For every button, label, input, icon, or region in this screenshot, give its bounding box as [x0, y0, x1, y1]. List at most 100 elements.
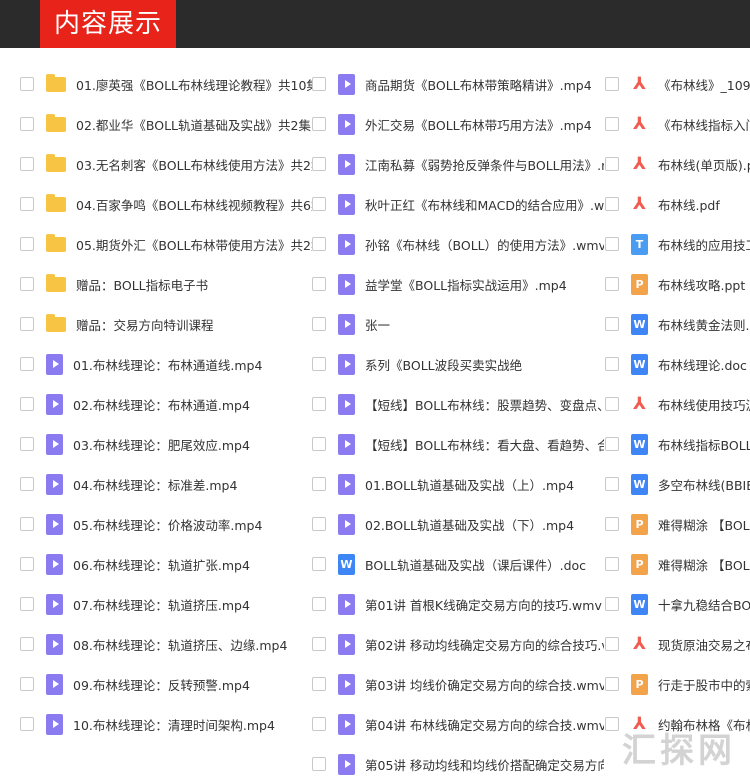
file-row[interactable]: 益学堂《BOLL指标实战运用》.mp4	[312, 264, 604, 304]
file-row[interactable]: 05.期货外汇《BOLL布林带使用方法》共2集	[20, 224, 312, 264]
file-row[interactable]: W 多空布林线(BBIE	[605, 464, 750, 504]
file-row[interactable]: 05.布林线理论：价格波动率.mp4	[20, 504, 312, 544]
file-row[interactable]: 06.布林线理论：轨道扩张.mp4	[20, 544, 312, 584]
file-row[interactable]: 03.无名刺客《BOLL布林线使用方法》共2集	[20, 144, 312, 184]
file-row[interactable]: 江南私募《弱势抢反弹条件与BOLL用法》.r	[312, 144, 604, 184]
file-row[interactable]: 01.廖英强《BOLL布林线理论教程》共10集	[20, 64, 312, 104]
select-checkbox[interactable]	[312, 557, 326, 571]
file-row[interactable]: P 难得糊涂 【BOLL	[605, 544, 750, 584]
select-checkbox[interactable]	[605, 357, 619, 371]
file-row[interactable]: 07.布林线理论：轨道挤压.mp4	[20, 584, 312, 624]
file-row[interactable]: 第04讲 布林线确定交易方向的综合技.wmv	[312, 704, 604, 744]
file-row[interactable]: 第02讲 移动均线确定交易方向的综合技巧.v	[312, 624, 604, 664]
file-row[interactable]: 赠品：交易方向特训课程	[20, 304, 312, 344]
file-row[interactable]: 09.布林线理论：反转预警.mp4	[20, 664, 312, 704]
file-row[interactable]: ⅄ 《布林线指标入门	[605, 104, 750, 144]
select-checkbox[interactable]	[20, 637, 34, 651]
file-row[interactable]: 04.百家争鸣《BOLL布林线视频教程》共6集	[20, 184, 312, 224]
select-checkbox[interactable]	[20, 277, 34, 291]
file-row[interactable]: 03.布林线理论：肥尾效应.mp4	[20, 424, 312, 464]
select-checkbox[interactable]	[605, 517, 619, 531]
select-checkbox[interactable]	[312, 77, 326, 91]
select-checkbox[interactable]	[605, 477, 619, 491]
file-row[interactable]: ⅄ 《布林线》_1095	[605, 64, 750, 104]
select-checkbox[interactable]	[20, 397, 34, 411]
file-row[interactable]: 08.布林线理论：轨道挤压、边缘.mp4	[20, 624, 312, 664]
select-checkbox[interactable]	[20, 317, 34, 331]
file-row[interactable]: 系列《BOLL波段买卖实战绝	[312, 344, 604, 384]
file-row[interactable]: 02.BOLL轨道基础及实战（下）.mp4	[312, 504, 604, 544]
file-row[interactable]: 【短线】BOLL布林线：看大盘、看趋势、合	[312, 424, 604, 464]
select-checkbox[interactable]	[312, 157, 326, 171]
file-row[interactable]: ⅄ 现货原油交易之布	[605, 624, 750, 664]
select-checkbox[interactable]	[312, 477, 326, 491]
select-checkbox[interactable]	[605, 717, 619, 731]
select-checkbox[interactable]	[20, 437, 34, 451]
file-row[interactable]: ⅄ 布林线.pdf	[605, 184, 750, 224]
file-row[interactable]: 02.都业华《BOLL轨道基础及实战》共2集	[20, 104, 312, 144]
file-row[interactable]: ⅄ 布林线使用技巧沪	[605, 384, 750, 424]
select-checkbox[interactable]	[20, 677, 34, 691]
file-row[interactable]: P 难得糊涂 【BOLL	[605, 504, 750, 544]
file-row[interactable]: W BOLL轨道基础及实战（课后课件）.doc	[312, 544, 604, 584]
file-row[interactable]: W 十拿九稳结合BO	[605, 584, 750, 624]
file-row[interactable]: 04.布林线理论：标准差.mp4	[20, 464, 312, 504]
select-checkbox[interactable]	[20, 517, 34, 531]
file-row[interactable]: 01.布林线理论：布林通道线.mp4	[20, 344, 312, 384]
file-row[interactable]: P 布林线攻略.ppt	[605, 264, 750, 304]
file-row[interactable]: 孙铭《布林线（BOLL）的使用方法》.wmv	[312, 224, 604, 264]
select-checkbox[interactable]	[20, 117, 34, 131]
file-row[interactable]: 商品期货《BOLL布林带策略精讲》.mp4	[312, 64, 604, 104]
file-row[interactable]: P 行走于股市中的索	[605, 664, 750, 704]
file-row[interactable]: 秋叶正红《布林线和MACD的结合应用》.w	[312, 184, 604, 224]
select-checkbox[interactable]	[20, 157, 34, 171]
file-row[interactable]: W 布林线指标BOLL	[605, 424, 750, 464]
select-checkbox[interactable]	[605, 277, 619, 291]
select-checkbox[interactable]	[605, 597, 619, 611]
file-row[interactable]: 张一	[312, 304, 604, 344]
select-checkbox[interactable]	[312, 197, 326, 211]
select-checkbox[interactable]	[312, 437, 326, 451]
select-checkbox[interactable]	[20, 597, 34, 611]
select-checkbox[interactable]	[312, 517, 326, 531]
select-checkbox[interactable]	[605, 77, 619, 91]
select-checkbox[interactable]	[20, 557, 34, 571]
select-checkbox[interactable]	[605, 317, 619, 331]
select-checkbox[interactable]	[605, 677, 619, 691]
select-checkbox[interactable]	[605, 237, 619, 251]
select-checkbox[interactable]	[605, 397, 619, 411]
select-checkbox[interactable]	[312, 597, 326, 611]
file-row[interactable]: 10.布林线理论：清理时间架构.mp4	[20, 704, 312, 744]
select-checkbox[interactable]	[312, 277, 326, 291]
select-checkbox[interactable]	[20, 477, 34, 491]
select-checkbox[interactable]	[20, 357, 34, 371]
file-row[interactable]: 01.BOLL轨道基础及实战（上）.mp4	[312, 464, 604, 504]
select-checkbox[interactable]	[20, 197, 34, 211]
select-checkbox[interactable]	[312, 637, 326, 651]
select-checkbox[interactable]	[20, 717, 34, 731]
select-checkbox[interactable]	[605, 437, 619, 451]
select-checkbox[interactable]	[312, 677, 326, 691]
file-row[interactable]: 第05讲 移动均线和均线价搭配确定交易方向.wmv	[312, 744, 604, 784]
select-checkbox[interactable]	[605, 637, 619, 651]
select-checkbox[interactable]	[605, 117, 619, 131]
select-checkbox[interactable]	[312, 397, 326, 411]
select-checkbox[interactable]	[605, 157, 619, 171]
select-checkbox[interactable]	[312, 117, 326, 131]
select-checkbox[interactable]	[20, 237, 34, 251]
file-row[interactable]: 外汇交易《BOLL布林带巧用方法》.mp4	[312, 104, 604, 144]
file-row[interactable]: 第03讲 均线价确定交易方向的综合技.wmv	[312, 664, 604, 704]
select-checkbox[interactable]	[312, 317, 326, 331]
select-checkbox[interactable]	[312, 757, 326, 771]
file-row[interactable]: 02.布林线理论：布林通道.mp4	[20, 384, 312, 424]
file-row[interactable]: T 布林线的应用技工	[605, 224, 750, 264]
select-checkbox[interactable]	[605, 197, 619, 211]
select-checkbox[interactable]	[312, 237, 326, 251]
select-checkbox[interactable]	[605, 557, 619, 571]
file-row[interactable]: 第01讲 首根K线确定交易方向的技巧.wmv	[312, 584, 604, 624]
file-row[interactable]: W 布林线理论.doc	[605, 344, 750, 384]
select-checkbox[interactable]	[20, 77, 34, 91]
file-row[interactable]: ⅄ 布林线(单页版).p	[605, 144, 750, 184]
select-checkbox[interactable]	[312, 717, 326, 731]
file-row[interactable]: 【短线】BOLL布林线：股票趋势、变盘点、	[312, 384, 604, 424]
